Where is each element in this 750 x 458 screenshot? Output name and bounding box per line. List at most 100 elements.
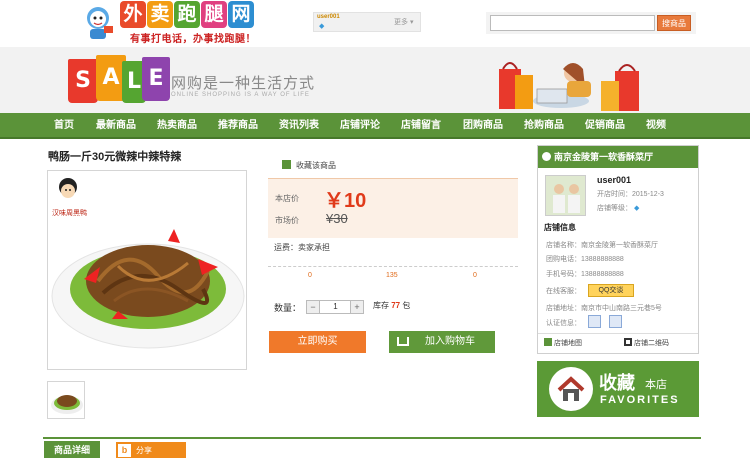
stock-count: 77 — [391, 301, 401, 310]
house-icon — [549, 367, 593, 411]
shop-info-title: 店铺信息 — [544, 223, 576, 232]
shop-footer: 店铺地图 店铺二维码 — [538, 333, 698, 353]
price-label: 本店价 — [275, 194, 299, 203]
diamond-icon: ◆ — [319, 23, 325, 30]
buy-now-button[interactable]: 立即购买 — [269, 331, 366, 353]
logo-char: 网 — [228, 1, 254, 28]
shop-row-certification: 认证信息： — [546, 320, 581, 327]
banner-slogan: 网购是一种生活方式 — [171, 75, 316, 92]
banner-subtitle: ONLINE SHOPPING IS A WAY OF LIFE — [171, 92, 310, 98]
product-title: 鸭肠一斤30元微辣中辣特辣 — [48, 151, 182, 163]
site-header: 外卖跑腿网 有事打电话，办事找跑腿！ user001 ◆ 更多 ▾ 搜商品 — [0, 0, 750, 46]
tab-product-detail[interactable]: 商品详细 — [44, 441, 100, 458]
shop-owner-name[interactable]: user001 — [597, 175, 631, 185]
diamond-icon: ◆ — [633, 205, 640, 212]
chevron-down-icon: ▾ — [409, 19, 414, 26]
nav-item-video[interactable]: 视频 — [646, 113, 666, 139]
shop-bullet-icon — [542, 152, 551, 161]
logo-char: 外 — [120, 1, 146, 28]
shop-qrcode-link[interactable]: 店铺二维码 — [624, 338, 669, 348]
nav-item-news[interactable]: 资讯列表 — [279, 113, 319, 139]
site-logo[interactable]: 外卖跑腿网 有事打电话，办事找跑腿！ — [78, 0, 263, 46]
cart-icon — [397, 337, 409, 346]
shop-header[interactable]: 南京金陵第一软香酥菜厅 — [538, 146, 698, 168]
logo-char: 跑 — [174, 1, 200, 28]
qq-chat-button[interactable]: QQ交谈 — [588, 284, 634, 297]
shop-row-address: 店铺地址：南京市中山南路三元巷5号 — [546, 305, 662, 312]
favorite-store-label: 本店 — [645, 379, 667, 391]
share-button[interactable]: b 分享 — [116, 442, 186, 458]
shop-level: 店铺等级： ◆ — [597, 205, 640, 212]
promo-banner[interactable]: S A L E 网购是一种生活方式 ONLINE SHOPPING IS A W… — [0, 47, 750, 113]
shop-open-date: 开店时间：2015-12-3 — [597, 191, 664, 198]
username-label[interactable]: user001 — [317, 14, 340, 20]
more-label: 更多 — [394, 19, 408, 26]
stat-value: 0 — [473, 272, 477, 279]
shop-row-name: 店铺名称：南京金陵第一软香酥菜厅 — [546, 242, 658, 249]
product-image[interactable]: 汉味周黑鸭 — [47, 170, 247, 370]
quantity-increase-button[interactable]: + — [350, 301, 363, 313]
shop-row-group-phone: 团购电话：13888888888 — [546, 256, 624, 263]
shopping-woman-illustration — [499, 62, 639, 111]
favorite-store-banner[interactable]: 收藏 本店 FAVORITES — [537, 361, 699, 417]
search-input[interactable] — [490, 15, 655, 31]
mascot-icon — [87, 7, 113, 39]
shop-map-link[interactable]: 店铺地图 — [544, 338, 582, 348]
avatar-image — [546, 176, 585, 215]
brand-watermark: 汉味周黑鸭 — [52, 208, 87, 217]
main-nav: 首页 最新商品 热卖商品 推荐商品 资讯列表 店铺评论 店铺留言 团购商品 抢购… — [0, 113, 750, 139]
logo-wordmark: 外卖跑腿网 — [120, 1, 254, 28]
map-icon — [544, 338, 552, 346]
nav-item-home[interactable]: 首页 — [54, 113, 74, 139]
search-bar: 搜商品 — [486, 12, 696, 34]
sale-bag-s: S — [68, 59, 98, 103]
nav-item-recommended[interactable]: 推荐商品 — [218, 113, 258, 139]
nav-item-promotions[interactable]: 促销商品 — [585, 113, 625, 139]
favorite-label: 收藏该商品 — [296, 161, 336, 170]
dish-thumbnail-illustration — [51, 395, 83, 414]
share-icon: b — [118, 444, 131, 457]
share-label: 分享 — [136, 446, 152, 455]
shop-name: 南京金陵第一软香酥菜厅 — [554, 152, 654, 162]
qrcode-icon — [624, 338, 632, 346]
nav-item-reviews[interactable]: 店铺评论 — [340, 113, 380, 139]
product-thumbnail[interactable] — [47, 381, 85, 419]
stock-info: 库存 77 包 — [373, 300, 410, 311]
shipping-info: 运费：卖家承担 — [274, 243, 330, 252]
shop-panel: 南京金陵第一软香酥菜厅 user001 开店时间：2015-12-3 店铺等级：… — [537, 145, 699, 354]
market-price-label: 市场价 — [275, 216, 299, 225]
quantity-input[interactable]: 1 — [321, 301, 350, 313]
certification-icon[interactable] — [588, 315, 601, 328]
logo-char: 腿 — [201, 1, 227, 28]
quantity-label: 数量： — [274, 303, 302, 313]
nav-item-groupbuy[interactable]: 团购商品 — [463, 113, 503, 139]
quantity-decrease-button[interactable]: − — [307, 301, 320, 313]
shop-row-mobile: 手机号码：13888888888 — [546, 271, 624, 278]
stock-unit: 包 — [402, 301, 411, 310]
dish-illustration: 汉味周黑鸭 — [51, 178, 245, 349]
stat-value: 135 — [386, 272, 398, 279]
add-to-cart-button[interactable]: 加入购物车 — [389, 331, 495, 353]
more-dropdown[interactable]: 更多 ▾ — [394, 17, 413, 27]
price-box: 本店价 ￥10 市场价 ¥30 — [268, 178, 518, 238]
nav-item-messages[interactable]: 店铺留言 — [401, 113, 441, 139]
nav-item-flashsale[interactable]: 抢购商品 — [524, 113, 564, 139]
shop-row-online-service: 在线客服： — [546, 288, 581, 295]
favorite-icon — [282, 160, 291, 169]
user-status-box: user001 ◆ 更多 ▾ — [313, 12, 421, 32]
nav-item-newest[interactable]: 最新商品 — [96, 113, 136, 139]
sale-bag-e: E — [142, 57, 170, 101]
market-price: ¥30 — [326, 211, 348, 226]
nav-item-hot[interactable]: 热卖商品 — [157, 113, 197, 139]
certification-icon[interactable] — [609, 315, 622, 328]
favorite-cn-label: 收藏 — [599, 373, 635, 393]
shop-avatar[interactable] — [545, 175, 586, 216]
logo-char: 卖 — [147, 1, 173, 28]
quantity-stepper: − 1 + — [306, 300, 364, 314]
favorite-en-label: FAVORITES — [600, 394, 680, 406]
detail-tabs: 商品详细 b 分享 — [43, 437, 701, 458]
search-button[interactable]: 搜商品 — [657, 15, 691, 31]
logo-slogan: 有事打电话，办事找跑腿！ — [130, 34, 256, 45]
store-price: ￥10 — [324, 190, 367, 212]
stock-prefix: 库存 — [373, 301, 389, 310]
